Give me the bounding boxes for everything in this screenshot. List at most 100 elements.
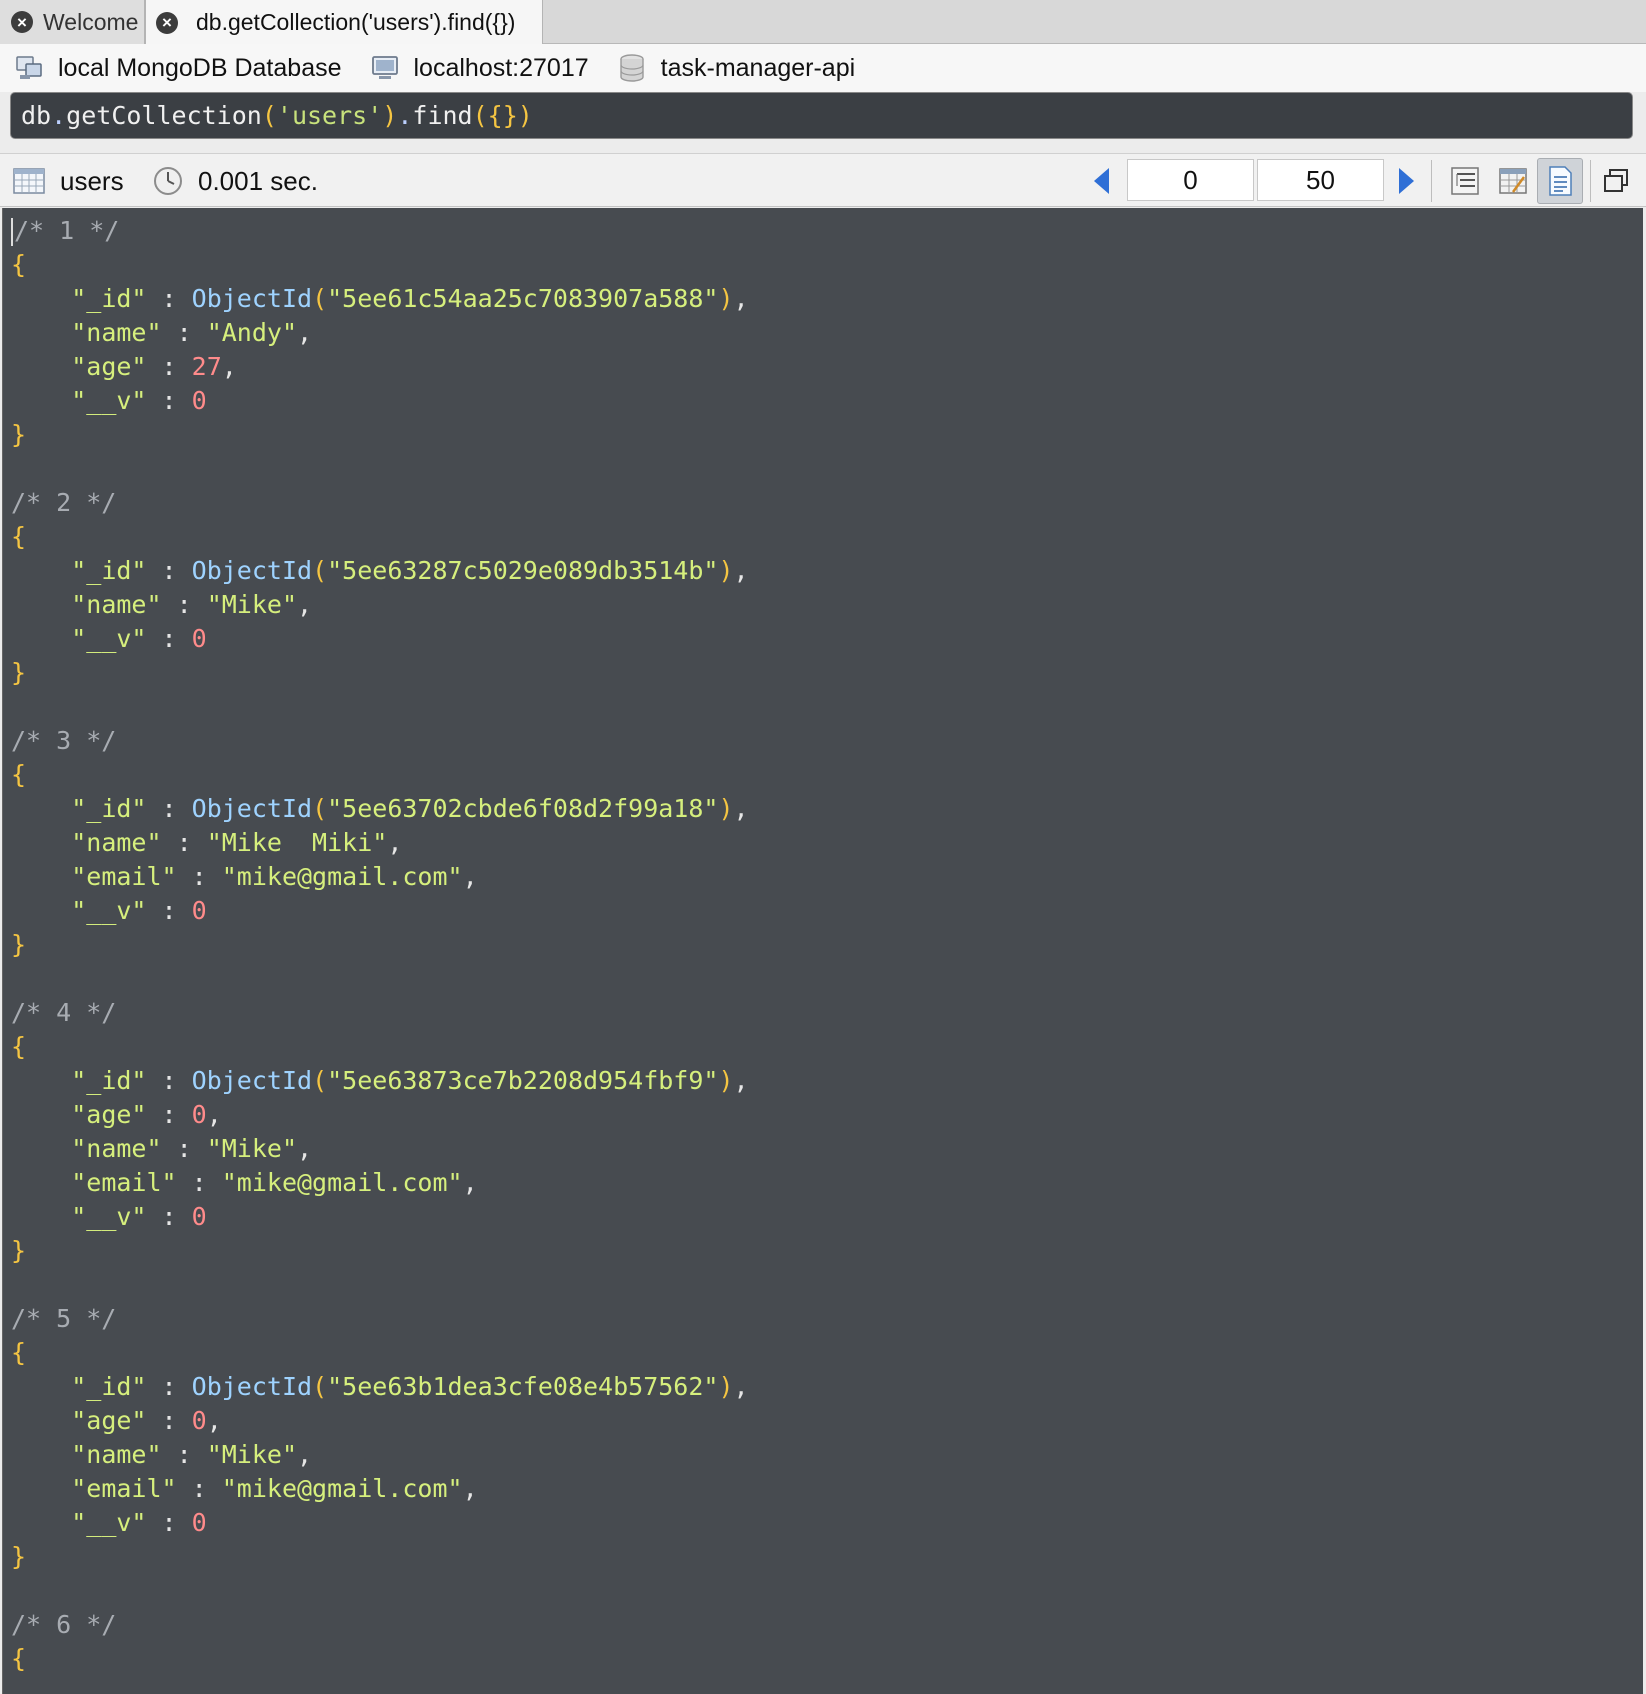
field-key: "__v" <box>71 1202 147 1231</box>
previous-page-icon[interactable] <box>1094 168 1109 194</box>
skip-input[interactable]: 0 <box>1127 159 1254 201</box>
connection-bar: local MongoDB Database localhost:27017 t… <box>0 44 1646 92</box>
close-paren: ) <box>718 1066 734 1095</box>
document-index-comment: /* 4 */ <box>11 998 117 1027</box>
connection-label: local MongoDB Database <box>58 53 342 82</box>
grid-table-icon <box>13 168 45 194</box>
close-icon[interactable]: × <box>156 11 178 34</box>
field-value-string: "mike@gmail.com" <box>221 862 463 891</box>
field-value-objectid: "5ee63702cbde6f08d2f99a18" <box>327 794 719 823</box>
comma: , <box>387 828 403 857</box>
close-icon[interactable]: × <box>11 11 33 33</box>
document-field-line: "name" : "Mike", <box>11 588 1643 622</box>
query-paren: ) <box>382 101 398 130</box>
field-key: "_id" <box>71 284 147 313</box>
field-value-objectid: "5ee63873ce7b2208d954fbf9" <box>327 1066 719 1095</box>
result-document: /* 6 */ { <box>11 1608 1643 1676</box>
toolbar-divider <box>1590 160 1591 202</box>
key-separator: : <box>146 1406 192 1435</box>
document-index-comment: /* 1 */ <box>14 216 120 245</box>
tab-query[interactable]: × db.getCollection('users').find({}) <box>145 0 543 45</box>
text-cursor <box>11 218 13 246</box>
query-editor[interactable]: db.getCollection('users').find({}) <box>10 92 1633 139</box>
close-brace: } <box>11 1542 27 1571</box>
maximize-button[interactable] <box>1593 158 1639 204</box>
tab-label: db.getCollection('users').find({}) <box>196 9 516 35</box>
results-text-view[interactable]: /* 1 */{ "_id" : ObjectId("5ee61c54aa25c… <box>2 208 1643 1694</box>
field-key: "name" <box>71 590 162 619</box>
document-field-line: "name" : "Mike", <box>11 1438 1643 1472</box>
open-paren: ( <box>312 1066 328 1095</box>
field-value-number: 0 <box>191 386 207 415</box>
comma: , <box>297 318 313 347</box>
field-key: "age" <box>71 352 147 381</box>
key-separator: : <box>146 1508 192 1537</box>
toolbar-divider <box>1431 160 1432 202</box>
close-brace: } <box>11 1236 27 1265</box>
field-value-string: "Mike" <box>206 1134 297 1163</box>
result-document: /* 5 */ { "_id" : ObjectId("5ee63b1dea3cf… <box>11 1302 1643 1608</box>
comma: , <box>221 352 237 381</box>
database-name: task-manager-api <box>617 52 855 84</box>
document-open-brace-line: { <box>11 248 1643 282</box>
query-method-getcollection: getCollection <box>66 101 262 130</box>
query-paren: ( <box>472 101 488 130</box>
open-paren: ( <box>312 556 328 585</box>
document-field-line: "_id" : ObjectId("5ee63287c5029e089db351… <box>11 554 1643 588</box>
comma: , <box>462 862 478 891</box>
objectid-function: ObjectId <box>191 1372 313 1401</box>
limit-input[interactable]: 50 <box>1257 159 1384 201</box>
close-brace: } <box>11 420 27 449</box>
comma: , <box>733 556 749 585</box>
document-comment-line: /* 1 */ <box>11 214 1643 248</box>
table-view-icon <box>1499 168 1527 194</box>
document-index-comment: /* 5 */ <box>11 1304 117 1333</box>
field-key: "email" <box>71 862 177 891</box>
document-field-line: "age" : 27, <box>11 350 1643 384</box>
text-view-icon <box>1549 166 1572 196</box>
next-page-icon[interactable] <box>1399 168 1414 194</box>
key-separator: : <box>146 896 192 925</box>
table-view-button[interactable] <box>1490 158 1536 204</box>
database-connection-icon <box>16 56 42 79</box>
tree-view-button[interactable] <box>1442 158 1488 204</box>
key-separator: : <box>161 318 207 347</box>
text-view-button[interactable] <box>1537 158 1583 204</box>
key-separator: : <box>161 590 207 619</box>
document-index-comment: /* 6 */ <box>11 1610 117 1639</box>
maximize-icon <box>1604 169 1628 192</box>
document-index-comment: /* 2 */ <box>11 488 117 517</box>
field-value-string: "mike@gmail.com" <box>221 1168 463 1197</box>
result-time: 0.001 sec. <box>152 154 318 208</box>
field-key: "__v" <box>71 896 147 925</box>
key-separator: : <box>146 284 192 313</box>
field-value-string: "Mike Miki" <box>206 828 388 857</box>
query-collection-arg: 'users' <box>276 101 383 130</box>
close-brace: } <box>11 930 27 959</box>
document-comment-line: /* 5 */ <box>11 1302 1643 1336</box>
document-field-line: "age" : 0, <box>11 1098 1643 1132</box>
key-separator: : <box>161 828 207 857</box>
query-dot: . <box>51 101 67 130</box>
tab-welcome[interactable]: × Welcome <box>0 0 145 44</box>
objectid-function: ObjectId <box>191 794 313 823</box>
server-label: localhost:27017 <box>413 53 589 82</box>
document-close-brace-line: } <box>11 1540 1643 1574</box>
query-db: db <box>21 101 52 130</box>
key-separator: : <box>176 862 222 891</box>
field-key: "_id" <box>71 1066 147 1095</box>
key-separator: : <box>146 624 192 653</box>
document-index-comment: /* 3 */ <box>11 726 117 755</box>
open-brace: { <box>11 1644 27 1673</box>
field-value-number: 0 <box>191 896 207 925</box>
document-field-line: "name" : "Andy", <box>11 316 1643 350</box>
